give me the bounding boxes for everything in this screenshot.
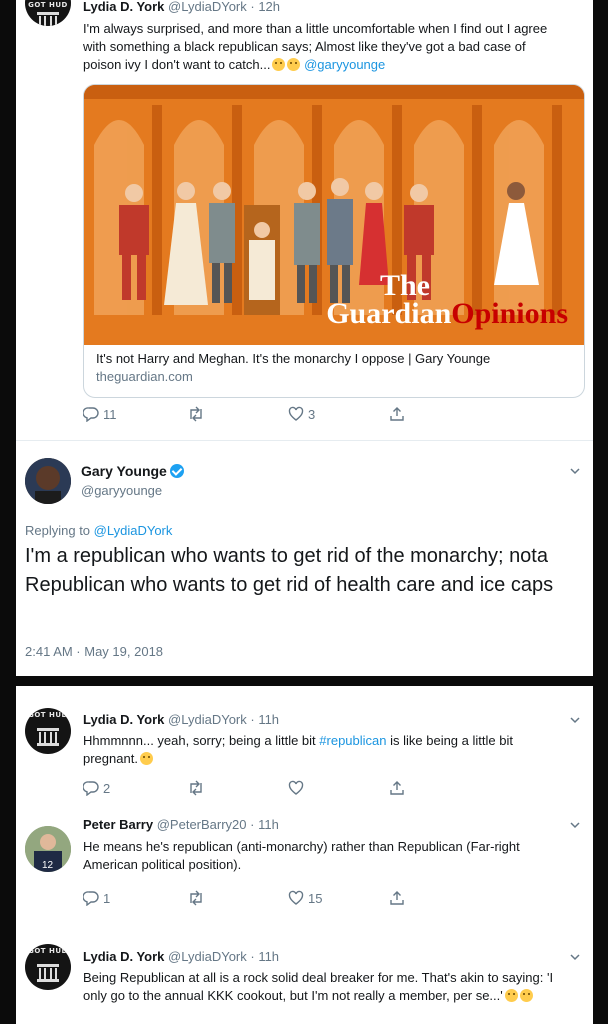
- thinking-face-icon: [504, 989, 518, 1002]
- avatar[interactable]: [25, 458, 71, 504]
- tweet-actions: 2: [83, 780, 563, 800]
- caret-down-icon[interactable]: [569, 819, 581, 831]
- share-icon: [390, 891, 404, 905]
- expressionless-face-icon: [519, 989, 533, 1002]
- replies-panel: GOT HUD Lydia D. York @LydiaDYork · 11h …: [16, 686, 593, 1024]
- guardian-logo: The GuardianOpinions: [326, 269, 568, 330]
- retweet-button[interactable]: [187, 780, 209, 796]
- share-icon: [390, 407, 404, 421]
- building-icon: [37, 728, 59, 746]
- caret-down-icon[interactable]: [569, 951, 581, 963]
- reply-button[interactable]: 2: [83, 780, 110, 796]
- tweet-gary-focus: Gary Younge @garyyounge Replying to @Lyd…: [16, 441, 593, 676]
- card-title: It's not Harry and Meghan. It's the mona…: [96, 351, 491, 366]
- tweet-timestamp[interactable]: 2:41 AM · May 19, 2018: [25, 644, 163, 659]
- share-button[interactable]: [389, 780, 409, 796]
- tweet-header: Lydia D. York @LydiaDYork · 11h: [83, 711, 279, 728]
- tweet-header: Lydia D. York @LydiaDYork · 11h: [83, 948, 279, 965]
- reply-icon: [83, 407, 99, 422]
- caret-down-icon[interactable]: [569, 714, 581, 726]
- handle[interactable]: @LydiaDYork: [168, 0, 247, 14]
- svg-text:12: 12: [42, 860, 54, 871]
- tweet-text: He means he's republican (anti-monarchy)…: [83, 839, 520, 872]
- worried-face-icon: [287, 58, 301, 71]
- display-name[interactable]: Lydia D. York: [83, 949, 164, 964]
- like-icon: [288, 406, 304, 421]
- neutral-face-icon: [139, 752, 153, 765]
- link-card[interactable]: The GuardianOpinions It's not Harry and …: [83, 84, 585, 398]
- share-button[interactable]: [389, 890, 409, 906]
- reply-button[interactable]: 1: [83, 890, 110, 906]
- timestamp[interactable]: · 11h: [250, 949, 279, 964]
- mention-link[interactable]: @garyyounge: [304, 57, 385, 72]
- avatar[interactable]: GOT HUD: [25, 0, 71, 26]
- handle[interactable]: @garyyounge: [81, 483, 162, 498]
- retweet-icon: [190, 890, 202, 906]
- reply-icon: [83, 781, 99, 796]
- tweet-text: Being Republican at all is a rock solid …: [83, 970, 554, 1003]
- tweet-lydia-reply-2[interactable]: GOT HUD Lydia D. York @LydiaDYork · 11h …: [16, 938, 593, 1024]
- display-name[interactable]: Lydia D. York: [83, 0, 164, 14]
- tweet-actions: 1 15: [83, 890, 563, 910]
- avatar-text: GOT HUD: [28, 711, 68, 719]
- user-header: Gary Younge: [81, 463, 184, 481]
- like-button[interactable]: [288, 780, 308, 796]
- avatar-face: [25, 458, 71, 504]
- display-name[interactable]: Peter Barry: [83, 817, 153, 832]
- display-name[interactable]: Lydia D. York: [83, 712, 164, 727]
- like-icon: [288, 780, 304, 795]
- tweet-lydia-1[interactable]: GOT HUD Lydia D. York @LydiaDYork · 12h …: [16, 0, 593, 441]
- avatar[interactable]: GOT HUD: [25, 944, 71, 990]
- avatar-text: GOT HUD: [28, 1, 68, 9]
- verified-icon: [169, 464, 184, 478]
- like-icon: [288, 890, 304, 905]
- like-button[interactable]: 15: [288, 890, 322, 906]
- display-name[interactable]: Gary Younge: [81, 463, 167, 479]
- timestamp[interactable]: · 11h: [250, 712, 279, 727]
- timestamp[interactable]: · 12h: [250, 0, 280, 14]
- building-icon: [37, 964, 59, 982]
- avatar-photo: 12: [25, 826, 71, 872]
- reply-button[interactable]: 11: [83, 406, 117, 422]
- tweet-thread-panel: GOT HUD Lydia D. York @LydiaDYork · 12h …: [16, 0, 593, 676]
- tweet-actions: 11 3: [83, 406, 563, 426]
- tweet-text: Hhmmnnn... yeah, sorry; being a little b…: [83, 733, 513, 766]
- tweet-lydia-reply[interactable]: GOT HUD Lydia D. York @LydiaDYork · 11h …: [16, 686, 593, 804]
- like-button[interactable]: 3: [288, 406, 315, 422]
- retweet-button[interactable]: [187, 890, 209, 906]
- handle[interactable]: @LydiaDYork: [168, 712, 247, 727]
- tweet-peter-reply[interactable]: 12 Peter Barry @PeterBarry20 · 11h He me…: [16, 816, 593, 926]
- avatar[interactable]: GOT HUD: [25, 708, 71, 754]
- share-icon: [390, 781, 404, 795]
- flushed-face-icon: [272, 58, 286, 71]
- building-icon: [37, 12, 59, 26]
- handle[interactable]: @LydiaDYork: [168, 949, 247, 964]
- caret-down-icon[interactable]: [569, 465, 581, 477]
- retweet-icon: [190, 780, 202, 796]
- timestamp[interactable]: · 11h: [250, 817, 279, 832]
- hashtag-link[interactable]: #republican: [319, 733, 386, 748]
- card-image: The GuardianOpinions: [84, 85, 584, 345]
- reply-icon: [83, 891, 99, 906]
- retweet-icon: [190, 406, 202, 422]
- tweet-header: Peter Barry @PeterBarry20 · 11h: [83, 816, 279, 833]
- handle[interactable]: @PeterBarry20: [157, 817, 247, 832]
- retweet-button[interactable]: [187, 406, 209, 422]
- avatar[interactable]: 12: [25, 826, 71, 872]
- avatar-text: GOT HUD: [28, 947, 68, 955]
- card-domain: theguardian.com: [96, 369, 193, 384]
- tweet-text: I'm a republican who wants to get rid of…: [25, 545, 554, 596]
- share-button[interactable]: [389, 406, 409, 422]
- tweet-text: I'm always surprised, and more than a li…: [83, 21, 548, 72]
- replying-to: Replying to @LydiaDYork: [25, 523, 173, 538]
- tweet-header: Lydia D. York @LydiaDYork · 12h: [83, 0, 280, 15]
